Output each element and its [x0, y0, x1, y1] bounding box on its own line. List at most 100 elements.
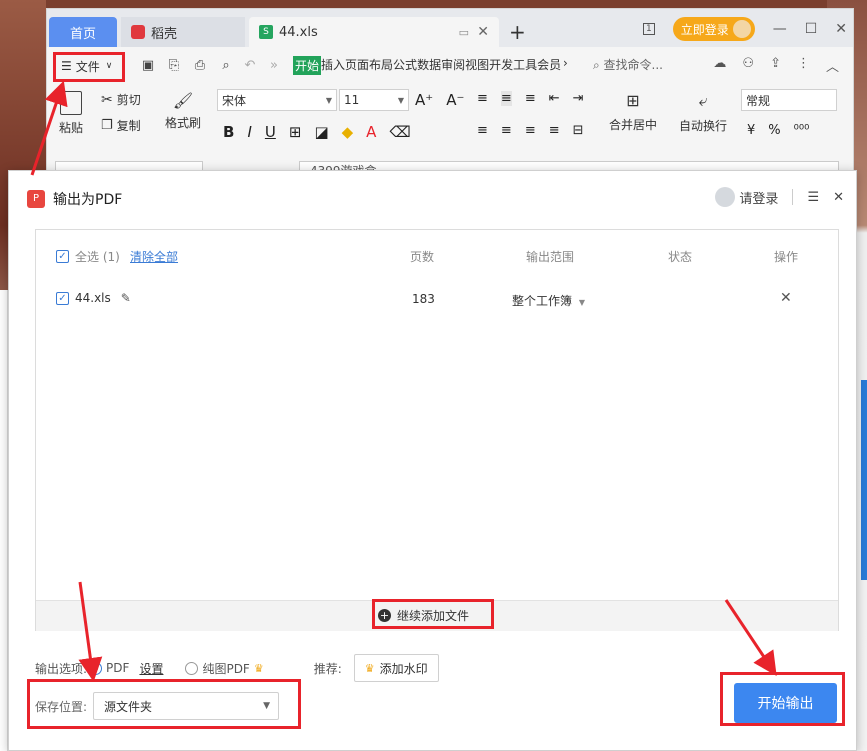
share-icon[interactable]: ⇪	[770, 56, 781, 75]
merge-center-button[interactable]: ⊞ 合并居中	[609, 91, 657, 133]
range-select[interactable]: 整个工作簿 ▼	[512, 292, 585, 309]
distributed-icon[interactable]: ⊟	[573, 123, 584, 138]
login-button[interactable]: 立即登录	[672, 17, 755, 41]
underline-icon[interactable]: U	[265, 123, 276, 141]
decrease-font-icon[interactable]: A⁻	[446, 91, 464, 109]
brush-icon: 🖌	[172, 91, 194, 110]
crown-icon: ♛	[253, 661, 264, 675]
column-action: 操作	[774, 250, 799, 264]
pdf-radio[interactable]: PDF	[89, 661, 129, 675]
number-format-value: 常规	[746, 93, 771, 108]
add-watermark-button[interactable]: ♛ 添加水印	[353, 654, 439, 682]
chevron-right-icon[interactable]: ›	[563, 56, 568, 70]
close-window-icon[interactable]: ✕	[835, 21, 847, 37]
export-icon[interactable]: ⎘	[165, 56, 183, 74]
undo-icon[interactable]: ↶	[241, 56, 259, 74]
print-icon[interactable]: ⎙	[191, 56, 209, 74]
font-size-select[interactable]: 11 ▼	[339, 89, 409, 111]
align-top-icon[interactable]: ≡	[477, 91, 488, 106]
user-icon	[715, 187, 736, 207]
fill-style-icon[interactable]: ◪	[314, 123, 328, 141]
number-format-group: ¥ % ⁰⁰⁰	[747, 123, 809, 138]
align-middle-icon[interactable]: ≡	[500, 91, 512, 106]
select-all-checkbox[interactable]: ✓	[56, 250, 69, 263]
more-vertical-icon[interactable]: ⋮	[797, 56, 810, 75]
font-color-icon[interactable]: A	[366, 123, 376, 141]
tab-home[interactable]: 首页	[49, 17, 117, 47]
tab-insert[interactable]: 插入	[321, 56, 345, 75]
save-icon[interactable]: ▣	[139, 56, 157, 74]
pin-icon[interactable]: ▭	[459, 26, 469, 39]
close-tab-icon[interactable]: ✕	[477, 24, 489, 40]
print-preview-icon[interactable]: ⌕	[217, 56, 235, 74]
menu-icon[interactable]: ☰	[807, 190, 819, 205]
increase-font-icon[interactable]: A⁺	[415, 91, 433, 109]
thousands-icon[interactable]: ⁰⁰⁰	[794, 123, 810, 138]
collapse-ribbon-icon[interactable]: ︿	[826, 56, 839, 75]
command-search[interactable]: ⌕ 查找命令...	[593, 56, 663, 73]
tab-start[interactable]: 开始	[293, 56, 322, 75]
tab-data[interactable]: 数据	[417, 56, 441, 75]
cut-button[interactable]: ✂ 剪切	[101, 91, 141, 108]
align-bottom-icon[interactable]: ≡	[525, 91, 536, 106]
window-count-badge[interactable]: 1	[642, 23, 655, 35]
dialog-title-text: 输出为PDF	[53, 192, 123, 208]
divider	[792, 189, 794, 205]
close-dialog-icon[interactable]: ✕	[833, 190, 844, 205]
increase-indent-icon[interactable]: ⇥	[573, 91, 584, 106]
eraser-icon[interactable]: ⌫	[389, 123, 410, 141]
ribbon-tabs: 开始 插入 页面布局 公式 数据 审阅 视图 开发工具 会员	[293, 56, 561, 75]
more-quick-icon[interactable]: »	[265, 56, 283, 74]
chevron-down-icon: ▼	[397, 95, 404, 105]
font-name-select[interactable]: 宋体 ▼	[217, 89, 337, 111]
tab-review[interactable]: 审阅	[441, 56, 465, 75]
fill-color-icon[interactable]: ◆	[342, 123, 354, 141]
image-pdf-radio[interactable]: 纯图PDF ♛	[185, 660, 264, 677]
add-watermark-label: 添加水印	[379, 661, 428, 676]
bold-icon[interactable]: B	[223, 123, 234, 141]
share-user-icon[interactable]: ⚇	[742, 56, 754, 75]
border-icon[interactable]: ⊞	[289, 123, 302, 141]
ribbon: 粘贴 ✂ 剪切 ❐ 复制 🖌 格式刷 宋体 ▼ 11 ▼ A⁺ A⁻ B I U ⊞	[47, 83, 853, 149]
file-cell: ✓ 44.xls ✎	[56, 291, 131, 305]
chevron-down-icon: ▼	[325, 95, 332, 105]
wrap-text-button[interactable]: ⤶ 自动换行	[679, 91, 727, 134]
format-painter-button[interactable]: 🖌 格式刷	[165, 91, 201, 131]
number-format-select[interactable]: 常规	[741, 89, 837, 111]
new-tab-icon[interactable]: +	[509, 20, 526, 44]
align-left-icon[interactable]: ≡	[477, 123, 488, 138]
row-checkbox[interactable]: ✓	[56, 291, 69, 305]
align-center-icon[interactable]: ≡	[501, 123, 512, 138]
currency-icon[interactable]: ¥	[747, 123, 755, 138]
align-right-icon[interactable]: ≡	[525, 123, 536, 138]
tab-view[interactable]: 视图	[465, 56, 489, 75]
minimize-icon[interactable]: —	[773, 21, 787, 37]
select-all[interactable]: ✓ 全选 (1)	[56, 248, 120, 265]
tab-developer[interactable]: 开发工具	[489, 56, 537, 75]
tab-page-layout[interactable]: 页面布局	[345, 56, 393, 75]
decrease-indent-icon[interactable]: ⇤	[549, 91, 560, 106]
pdf-radio-dot[interactable]	[89, 661, 103, 675]
tab-member[interactable]: 会员	[537, 56, 561, 75]
column-status: 状态	[668, 250, 693, 264]
image-pdf-radio-dot[interactable]	[185, 661, 199, 675]
dialog-login-link[interactable]: 请登录	[715, 187, 778, 207]
tab-spreadsheet[interactable]: S 44.xls ▭ ✕	[249, 17, 499, 47]
italic-icon[interactable]: I	[247, 123, 251, 141]
paste-button[interactable]: 粘贴	[59, 91, 83, 136]
pdf-settings-link[interactable]: 设置	[139, 660, 163, 677]
percent-icon[interactable]: %	[768, 123, 780, 138]
login-button-label: 立即登录	[680, 22, 729, 37]
tab-formula[interactable]: 公式	[393, 56, 417, 75]
justify-icon[interactable]: ≡	[549, 123, 560, 138]
merge-center-label: 合并居中	[609, 118, 658, 132]
tab-docer[interactable]: 稻壳	[121, 17, 245, 47]
copy-button[interactable]: ❐ 复制	[101, 117, 141, 134]
wrap-icon: ⤶	[698, 91, 708, 110]
clear-all-link[interactable]: 清除全部	[130, 248, 178, 265]
remove-row-icon[interactable]: ✕	[780, 290, 792, 306]
paste-icon	[60, 91, 82, 115]
maximize-icon[interactable]: ☐	[805, 21, 818, 37]
cloud-icon[interactable]: ☁	[713, 56, 726, 75]
edit-icon[interactable]: ✎	[121, 291, 131, 305]
